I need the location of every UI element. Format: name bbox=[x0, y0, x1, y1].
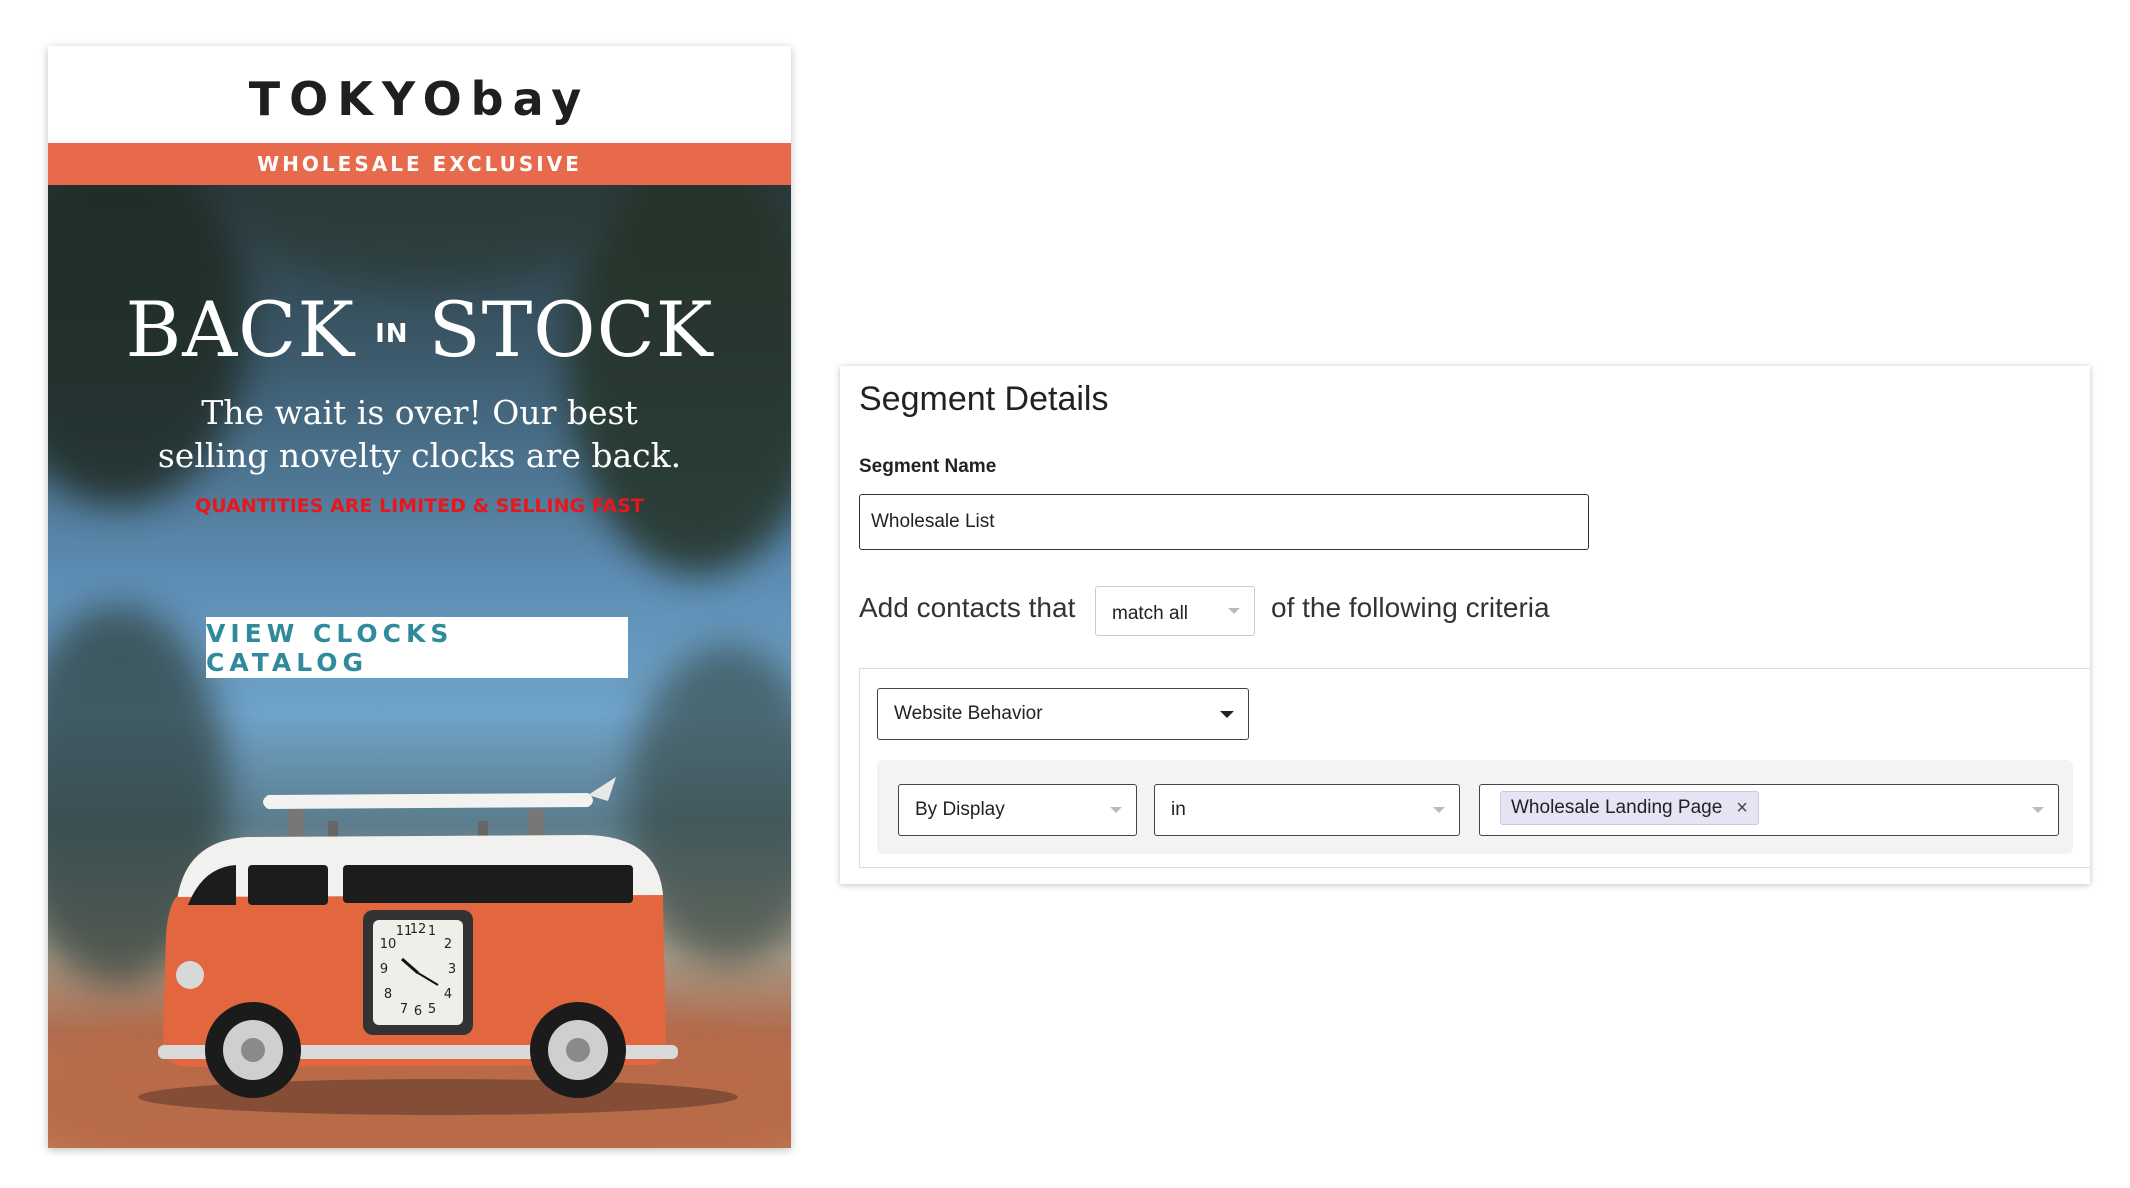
chevron-down-icon bbox=[1110, 807, 1122, 813]
headline-back: BACK bbox=[125, 285, 356, 374]
email-header: TOKYObay bbox=[48, 46, 791, 143]
condition-operator-select[interactable]: in bbox=[1154, 784, 1460, 836]
criteria-category-select[interactable]: Website Behavior bbox=[877, 688, 1249, 740]
hero-headline: BACK IN STOCK bbox=[48, 285, 791, 374]
criteria-lead-text: Add contacts that bbox=[859, 592, 1076, 623]
view-catalog-button[interactable]: VIEW CLOCKS CATALOG bbox=[206, 617, 628, 678]
chevron-down-icon bbox=[1220, 711, 1234, 718]
criteria-category-value: Website Behavior bbox=[894, 703, 1043, 724]
clock-numeral: 4 bbox=[444, 987, 452, 1002]
roof-rack-post bbox=[288, 809, 304, 839]
condition-field-value: By Display bbox=[915, 799, 1005, 820]
van-headlight bbox=[176, 961, 204, 989]
wheel-hub bbox=[241, 1038, 265, 1062]
clock-numeral: 8 bbox=[384, 987, 392, 1002]
roof-rack-post bbox=[528, 809, 544, 839]
match-mode-select[interactable]: match all bbox=[1095, 586, 1255, 636]
chevron-down-icon bbox=[1433, 807, 1445, 813]
van-window bbox=[343, 865, 633, 903]
roof-rack-post bbox=[328, 821, 338, 839]
van-window bbox=[248, 865, 328, 905]
match-mode-value: match all bbox=[1112, 603, 1189, 624]
close-icon[interactable]: × bbox=[1736, 797, 1748, 820]
segment-name-label: Segment Name bbox=[859, 456, 997, 477]
selected-page-chip: Wholesale Landing Page × bbox=[1500, 791, 1759, 825]
clock-numeral: 9 bbox=[380, 962, 388, 977]
wholesale-banner: WHOLESALE EXCLUSIVE bbox=[48, 143, 791, 185]
clock-numeral: 1 bbox=[428, 924, 436, 939]
subhead-line: The wait is over! Our best bbox=[201, 393, 638, 432]
subhead-line: selling novelty clocks are back. bbox=[157, 436, 682, 475]
clock-numeral: 2 bbox=[444, 937, 452, 952]
chevron-down-icon bbox=[1228, 608, 1240, 614]
wheel-hub bbox=[566, 1038, 590, 1062]
condition-value-multiselect[interactable]: Wholesale Landing Page × bbox=[1479, 784, 2059, 836]
panel-title: Segment Details bbox=[859, 380, 1109, 418]
criteria-tail-text: of the following criteria bbox=[1271, 592, 1550, 623]
clock-numeral: 5 bbox=[428, 1002, 436, 1017]
van-clock-illustration: 1112 110 29 38 47 6 5 bbox=[138, 777, 738, 1115]
clock-numeral: 6 bbox=[414, 1004, 422, 1019]
brand-logo: TOKYObay bbox=[248, 71, 591, 126]
chip-label: Wholesale Landing Page bbox=[1511, 797, 1723, 818]
surfboard bbox=[263, 793, 593, 809]
clock-numeral: 12 bbox=[410, 922, 427, 937]
condition-operator-value: in bbox=[1171, 799, 1186, 820]
chevron-down-icon bbox=[2032, 807, 2044, 813]
segment-name-input[interactable] bbox=[859, 494, 1589, 550]
clock-numeral: 3 bbox=[448, 962, 456, 977]
hero-subheadline: The wait is over! Our best selling novel… bbox=[48, 391, 791, 477]
condition-field-select[interactable]: By Display bbox=[898, 784, 1137, 836]
segment-details-panel: Segment Details Segment Name Add contact… bbox=[840, 366, 2090, 884]
surfboard-fin bbox=[588, 777, 616, 801]
email-preview: TOKYObay WHOLESALE EXCLUSIVE BACK IN STOCK… bbox=[48, 46, 791, 1148]
scarcity-alert: QUANTITIES ARE LIMITED & SELLING FAST bbox=[195, 495, 644, 517]
palm-foliage bbox=[248, 185, 608, 285]
headline-in: IN bbox=[375, 319, 409, 349]
clock-numeral: 10 bbox=[380, 937, 397, 952]
clock-numeral: 7 bbox=[400, 1002, 408, 1017]
hero-image: BACK IN STOCK The wait is over! Our best s… bbox=[48, 185, 791, 1148]
headline-stock: STOCK bbox=[428, 285, 714, 374]
